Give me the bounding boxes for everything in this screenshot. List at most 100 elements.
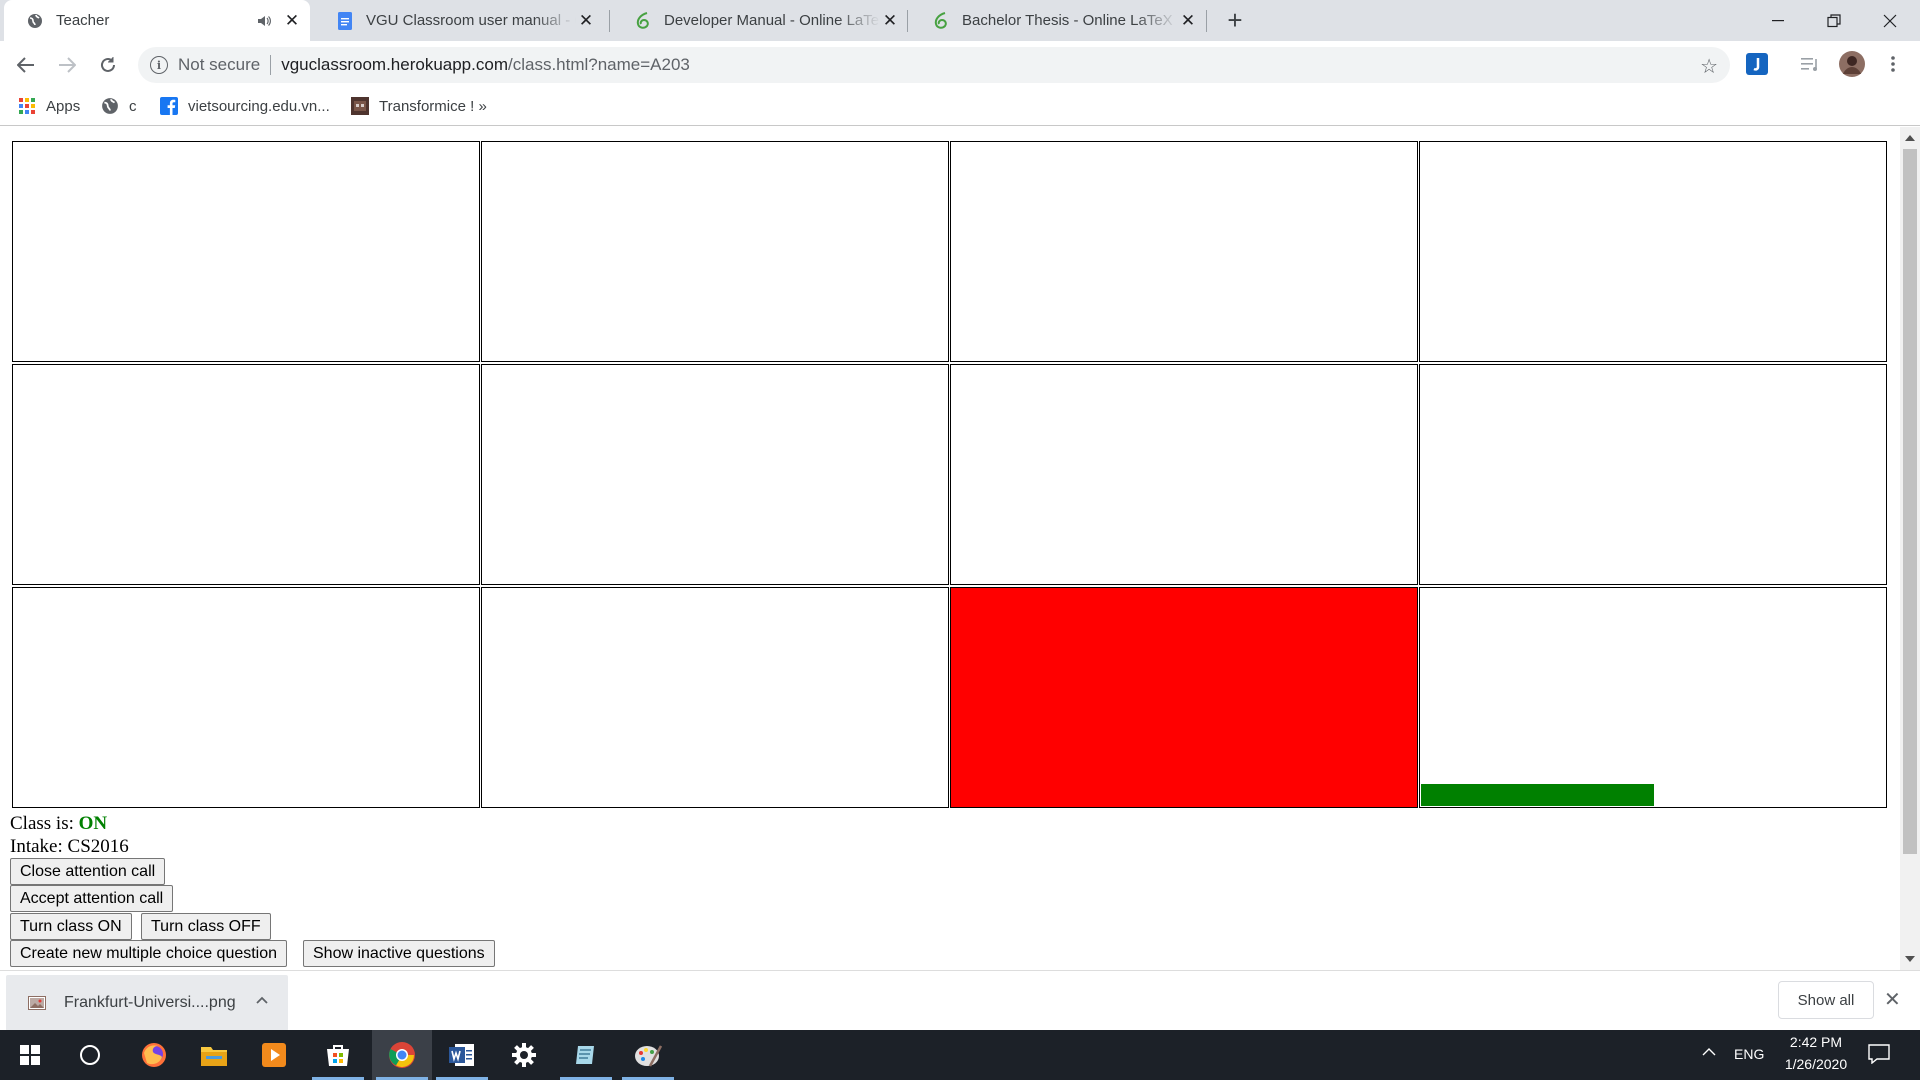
- firefox-icon[interactable]: [124, 1030, 184, 1080]
- seat-cell[interactable]: [12, 587, 480, 808]
- seat-cell[interactable]: [1419, 587, 1887, 808]
- cortana-search-icon[interactable]: [60, 1030, 120, 1080]
- notes-app-icon[interactable]: [556, 1030, 616, 1080]
- page-scrollbar[interactable]: [1900, 127, 1920, 970]
- download-file-name: Frankfurt-Universi....png: [64, 994, 236, 1011]
- bookmark-label: Apps: [46, 97, 81, 115]
- taskbar: ENG 2:42 PM 1/26/2020: [0, 1030, 1920, 1080]
- show-inactive-questions-button[interactable]: Show inactive questions: [303, 940, 495, 967]
- close-window-button[interactable]: [1860, 0, 1920, 41]
- download-item[interactable]: Frankfurt-Universi....png: [6, 975, 288, 1031]
- bookmark-transformice[interactable]: Transformice ! »: [351, 94, 487, 118]
- tab-strip: Teacher ✕ VGU Classroom user manual - Go…: [0, 0, 1920, 41]
- tab-developer-manual[interactable]: Developer Manual - Online LaTeX ✕: [612, 0, 908, 41]
- class-status-label: Class is:: [10, 813, 74, 834]
- media-player-icon[interactable]: [244, 1030, 304, 1080]
- accept-attention-call-button[interactable]: Accept attention call: [10, 885, 174, 912]
- paint-icon[interactable]: [618, 1030, 678, 1080]
- clock-time[interactable]: 2:42 PM: [1786, 1034, 1846, 1050]
- apps-grid-icon: [18, 97, 36, 115]
- close-attention-call-button[interactable]: Close attention call: [10, 858, 166, 885]
- globe-icon: [101, 97, 119, 115]
- new-tab-button[interactable]: +: [1221, 5, 1249, 35]
- menu-kebab-icon[interactable]: [1880, 51, 1906, 77]
- info-icon[interactable]: i: [150, 56, 168, 74]
- download-shelf: Frankfurt-Universi....png Show all ✕: [0, 970, 1920, 1031]
- address-bar[interactable]: i Not secure vguclassroom.herokuapp.com/…: [138, 47, 1730, 83]
- bookmark-label: c: [129, 97, 137, 115]
- url-text: vguclassroom.herokuapp.com/class.html?na…: [281, 55, 690, 75]
- file-explorer-icon[interactable]: [184, 1030, 244, 1080]
- reload-button[interactable]: [92, 49, 124, 81]
- bookmark-star-icon[interactable]: ☆: [1700, 54, 1718, 79]
- minimize-button[interactable]: [1748, 0, 1808, 41]
- bookmark-apps[interactable]: Apps: [18, 94, 80, 118]
- seat-cell[interactable]: [481, 587, 949, 808]
- seat-cell[interactable]: [1419, 364, 1887, 585]
- tab-bachelor-thesis[interactable]: Bachelor Thesis - Online LaTeX Ec ✕: [910, 0, 1206, 41]
- clock-date[interactable]: 1/26/2020: [1776, 1056, 1856, 1072]
- avatar[interactable]: [1839, 51, 1865, 77]
- url-host: vguclassroom.herokuapp.com: [281, 55, 508, 74]
- close-tab-icon[interactable]: ✕: [576, 11, 596, 31]
- seat-cell[interactable]: [950, 141, 1418, 362]
- image-file-icon: [28, 996, 46, 1010]
- forward-button[interactable]: [51, 49, 83, 81]
- settings-gear-icon[interactable]: [494, 1030, 554, 1080]
- intake-info: Intake: CS2016: [10, 836, 129, 858]
- tab-teacher[interactable]: Teacher ✕: [4, 0, 310, 41]
- turn-class-on-button[interactable]: Turn class ON: [10, 913, 132, 940]
- tab-title: Teacher: [56, 12, 110, 29]
- store-icon[interactable]: [308, 1030, 368, 1080]
- seat-cell[interactable]: [950, 364, 1418, 585]
- overleaf-icon: [932, 11, 950, 30]
- close-tab-icon[interactable]: ✕: [880, 11, 900, 31]
- tab-title: VGU Classroom user manual - Go: [366, 12, 576, 29]
- action-center-icon[interactable]: [1868, 1044, 1890, 1067]
- chevron-up-icon[interactable]: [256, 991, 268, 1009]
- class-status-value: ON: [78, 813, 108, 834]
- overleaf-icon: [634, 11, 652, 30]
- scroll-thumb[interactable]: [1903, 149, 1917, 854]
- scroll-down-arrow[interactable]: [1905, 956, 1915, 962]
- language-indicator[interactable]: ENG: [1734, 1046, 1764, 1062]
- seat-cell[interactable]: [481, 364, 949, 585]
- page-content: Class is: ON Intake: CS2016 Close attent…: [0, 127, 1900, 970]
- show-all-downloads-button[interactable]: Show all: [1778, 981, 1874, 1019]
- extension-icon[interactable]: [1744, 51, 1770, 77]
- media-controls-icon[interactable]: [1798, 51, 1824, 77]
- game-icon: [351, 97, 369, 115]
- close-tab-icon[interactable]: ✕: [282, 11, 302, 31]
- restore-button[interactable]: [1804, 0, 1864, 41]
- google-docs-icon: [336, 11, 354, 30]
- class-status: Class is: ON: [10, 813, 107, 835]
- create-mcq-button[interactable]: Create new multiple choice question: [10, 940, 288, 967]
- show-hidden-icons-icon[interactable]: [1702, 1044, 1716, 1060]
- close-tab-icon[interactable]: ✕: [1178, 11, 1198, 31]
- seat-cell[interactable]: [12, 141, 480, 362]
- security-label: Not secure: [178, 55, 261, 74]
- seat-cell[interactable]: [481, 141, 949, 362]
- facebook-icon: [160, 97, 178, 115]
- windows-start-icon[interactable]: [0, 1030, 60, 1080]
- bookmark-label: Transformice ! »: [379, 97, 487, 115]
- chrome-icon[interactable]: [372, 1030, 432, 1080]
- tab-vgu-manual[interactable]: VGU Classroom user manual - Go ✕: [314, 0, 604, 41]
- back-button[interactable]: [10, 49, 42, 81]
- intake-value: CS2016: [67, 836, 129, 857]
- seat-cell[interactable]: [1419, 141, 1887, 362]
- bookmark-c[interactable]: c: [101, 94, 137, 118]
- close-shelf-icon[interactable]: ✕: [1884, 987, 1901, 1012]
- intake-label: Intake:: [10, 836, 63, 857]
- seat-cell-attention[interactable]: [950, 587, 1418, 808]
- tab-title: Developer Manual - Online LaTeX: [664, 12, 880, 29]
- bookmarks-bar: Apps c vietsourcing.edu.vn... Transformi…: [0, 88, 1920, 126]
- turn-class-off-button[interactable]: Turn class OFF: [141, 913, 271, 940]
- scroll-up-arrow[interactable]: [1905, 135, 1915, 141]
- seat-cell[interactable]: [12, 364, 480, 585]
- url-path: /class.html?name=A203: [507, 55, 690, 74]
- word-icon[interactable]: [432, 1030, 492, 1080]
- bookmark-vietsourcing[interactable]: vietsourcing.edu.vn...: [160, 94, 330, 118]
- speaker-icon[interactable]: [254, 11, 274, 31]
- browser-toolbar: i Not secure vguclassroom.herokuapp.com/…: [0, 41, 1920, 88]
